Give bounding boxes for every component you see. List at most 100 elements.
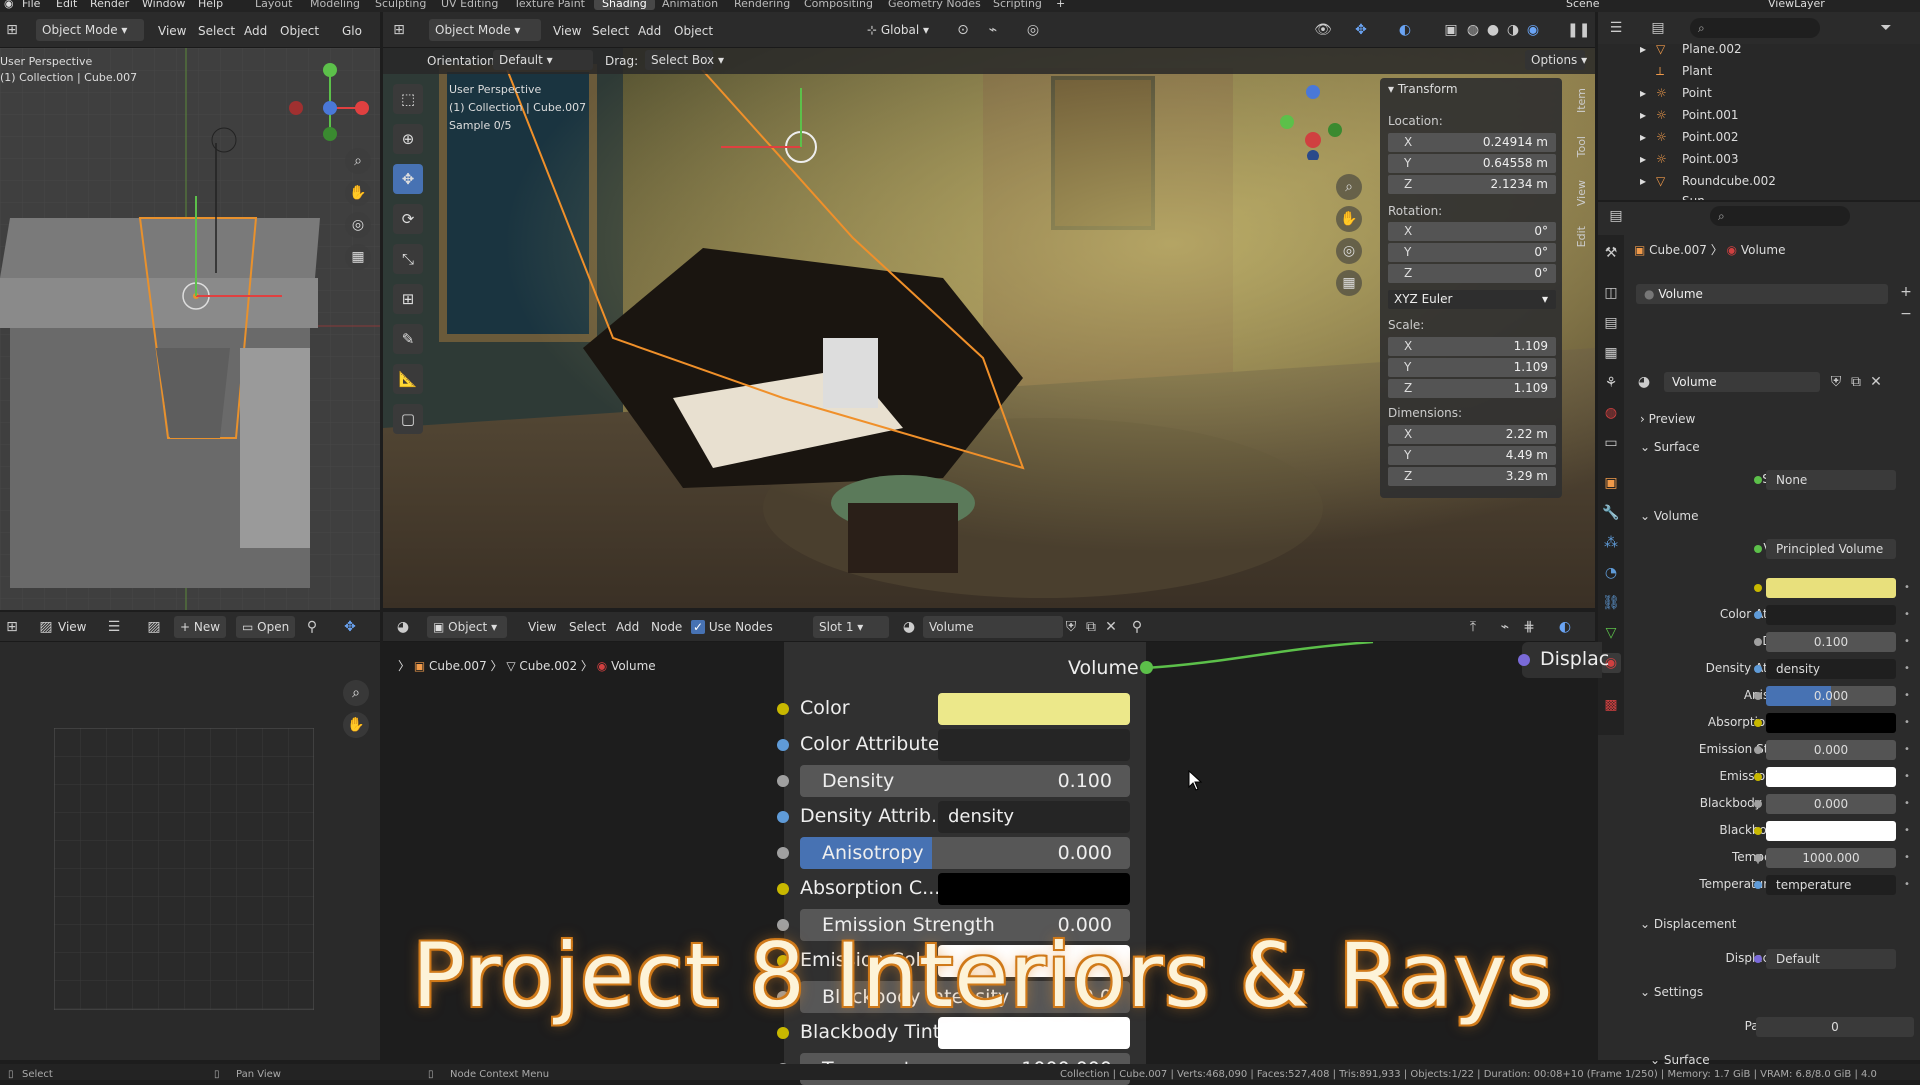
transform-orientation-select[interactable]: ⊹ Global ▾ (861, 19, 951, 41)
dimensions-y-field[interactable]: Y 4.49 m (1388, 446, 1556, 465)
density-attribute-field[interactable]: density (1766, 659, 1896, 679)
view-layer-tab-icon[interactable]: ▦ (1601, 343, 1621, 363)
left-mode-select[interactable]: Object Mode ▾ (36, 19, 144, 41)
main-camera-icon[interactable]: ◎ (1336, 238, 1362, 264)
tab-compositing[interactable]: Compositing (804, 0, 873, 10)
keyframe-dot-icon[interactable]: • (1904, 609, 1910, 620)
outliner-row[interactable]: ▸ ☼ Point.003 (1640, 148, 1920, 170)
parent-node-icon[interactable]: ⤒ (1463, 617, 1483, 637)
node-zoom-icon[interactable]: ⌕ (343, 680, 369, 706)
breadcrumb-material[interactable]: Volume (611, 659, 656, 673)
material-browse-icon[interactable]: ◕ (899, 617, 919, 637)
temperature-field[interactable]: 1000.000 (1766, 848, 1896, 868)
location-x-field[interactable]: X 0.24914 m (1388, 133, 1556, 152)
temperature-attribute-field[interactable]: temperature (1766, 875, 1896, 895)
settings-section-header[interactable]: ⌄ Settings (1640, 985, 1703, 999)
left-pan-icon[interactable]: ✋ (345, 180, 371, 206)
keyframe-dot-icon[interactable]: • (1904, 717, 1910, 728)
left-menu-view[interactable]: View (158, 23, 186, 39)
move-tool-icon[interactable]: ✥ (393, 164, 423, 194)
left-menu-object[interactable]: Object (280, 23, 319, 39)
left-menu-add[interactable]: Add (244, 23, 267, 39)
outliner-editor-icon[interactable]: ☰ (1606, 18, 1626, 38)
color-attribute-field[interactable] (1766, 605, 1896, 625)
sidebar-tab-edit[interactable]: Edit (1575, 226, 1588, 247)
menu-render[interactable]: Render (90, 0, 129, 10)
shading-material-icon[interactable]: ◑ (1503, 20, 1523, 40)
tab-sculpting[interactable]: Sculpting (375, 0, 426, 10)
outliner-search-input[interactable]: ⌕ (1690, 18, 1820, 38)
emission-strength-field[interactable]: 0.000 (1766, 740, 1896, 760)
sidebar-tab-item[interactable]: Item (1575, 88, 1588, 113)
node-input-socket[interactable] (777, 703, 789, 715)
left-grid-icon[interactable]: ▦ (345, 244, 371, 270)
node-material-field[interactable]: Volume (923, 616, 1063, 638)
display-mode-icon[interactable]: ▤ (1648, 18, 1668, 38)
keyframe-dot-icon[interactable]: • (1904, 879, 1910, 890)
tab-texture-paint[interactable]: Texture Paint (514, 0, 585, 10)
absorption-color-field[interactable] (1766, 713, 1896, 733)
rotation-z-field[interactable]: Z 0° (1388, 264, 1556, 283)
drag-select[interactable]: Select Box ▾ (645, 50, 724, 70)
keyframe-dot-icon[interactable]: • (1904, 663, 1910, 674)
pin-icon[interactable]: ⚲ (302, 617, 322, 637)
outliner-row[interactable]: ▸ ☼ Point.001 (1640, 104, 1920, 126)
expand-arrow-icon[interactable]: ▸ (1640, 148, 1646, 170)
tab-shading[interactable]: Shading (594, 0, 655, 10)
material-browse-icon[interactable]: ◕ (1634, 372, 1654, 392)
menu-help[interactable]: Help (198, 0, 223, 10)
main-menu-object[interactable]: Object (674, 23, 713, 39)
duplicate-icon[interactable]: ⧉ (1846, 372, 1866, 392)
new-image-button[interactable]: + New (174, 616, 227, 638)
menu-edit[interactable]: Edit (56, 0, 77, 10)
keyframe-dot-icon[interactable]: • (1904, 744, 1910, 755)
preview-section-header[interactable]: › Preview (1640, 412, 1695, 426)
remove-slot-icon[interactable]: − (1896, 304, 1916, 324)
rotation-mode-select[interactable]: XYZ Euler ▾ (1388, 290, 1556, 309)
image-menu-view[interactable]: View (58, 619, 86, 635)
left-viewport[interactable]: User Perspective (1) Collection | Cube.0… (0, 48, 380, 610)
properties-search-input[interactable]: ⌕ (1710, 206, 1850, 226)
view-layer-selector[interactable]: ViewLayer (1768, 0, 1825, 10)
outliner-row[interactable]: ▸ ☼ Point (1640, 82, 1920, 104)
annotate-tool-icon[interactable]: ✎ (393, 324, 423, 354)
material-slot-item[interactable]: ● Volume (1636, 284, 1888, 304)
texture-tab-icon[interactable]: ▩ (1601, 695, 1621, 715)
proportional-edit-icon[interactable]: ◎ (1023, 20, 1043, 40)
emission-color-field[interactable] (1766, 767, 1896, 787)
node-menu-node[interactable]: Node (651, 619, 682, 635)
node-pan-icon[interactable]: ✋ (343, 712, 369, 738)
node-color-field[interactable] (938, 693, 1130, 725)
blackbody-tint-field[interactable] (1766, 821, 1896, 841)
tool-tab-icon[interactable]: ⚒ (1601, 243, 1621, 263)
image-editor-canvas[interactable]: ⌕ ✋ (0, 642, 380, 1060)
scale-y-field[interactable]: Y 1.109 (1388, 358, 1556, 377)
expand-arrow-icon[interactable]: ▸ (1640, 170, 1646, 192)
left-camera-icon[interactable]: ◎ (345, 212, 371, 238)
node-input-socket[interactable] (777, 775, 789, 787)
editor-type-icon[interactable]: ⊞ (2, 20, 22, 40)
physics-tab-icon[interactable]: ◔ (1601, 563, 1621, 583)
transform-panel-title[interactable]: ▾ Transform (1388, 81, 1458, 97)
node-menu-select[interactable]: Select (569, 619, 606, 635)
expand-arrow-icon[interactable]: ▸ (1640, 126, 1646, 148)
world-tab-icon[interactable]: ◍ (1601, 403, 1621, 423)
main-menu-view[interactable]: View (553, 23, 581, 39)
filter-icon[interactable]: ⏷ (1876, 18, 1896, 38)
material-name-field[interactable]: Volume (1664, 372, 1820, 392)
menu-file[interactable]: File (22, 0, 40, 10)
node-density-attribute-field[interactable]: density (938, 801, 1130, 833)
constraints-tab-icon[interactable]: ⛓ (1601, 593, 1621, 613)
scene-tab-icon[interactable]: ⚘ (1601, 373, 1621, 393)
pivot-icon[interactable]: ⊙ (953, 20, 973, 40)
volume-shader-field[interactable]: Principled Volume (1766, 539, 1896, 559)
data-tab-icon[interactable]: ▽ (1601, 623, 1621, 643)
main-menu-select[interactable]: Select (592, 23, 629, 39)
main-menu-add[interactable]: Add (638, 23, 661, 39)
overlay-toggle-icon[interactable]: ◐ (1395, 20, 1415, 40)
pin-icon[interactable]: ⚲ (1127, 617, 1147, 637)
main-mode-select[interactable]: Object Mode ▾ (429, 19, 541, 41)
measure-tool-icon[interactable]: 📐 (393, 364, 423, 394)
snap-icon[interactable]: ⌁ (983, 20, 1003, 40)
keyframe-dot-icon[interactable]: • (1904, 825, 1910, 836)
